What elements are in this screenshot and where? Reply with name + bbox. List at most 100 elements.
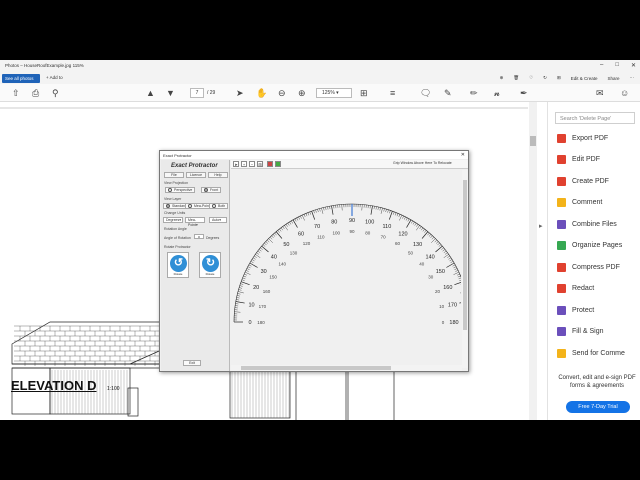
dial-outer-label: 60 <box>298 232 304 238</box>
edit-create-button[interactable]: Edit & Create <box>571 76 598 81</box>
maximize-icon[interactable]: □ <box>615 62 619 69</box>
minimize-icon[interactable]: – <box>600 62 603 69</box>
tool-label: Comment <box>572 199 603 206</box>
tool-label: Edit PDF <box>572 156 601 163</box>
rotate-left-button[interactable]: ↺ Rotate <box>167 252 189 278</box>
tool-comment[interactable]: Comment <box>557 196 602 210</box>
search-icon[interactable]: ⚲ <box>52 88 59 98</box>
dial-outer-label: 10 <box>248 302 254 308</box>
protractor-window[interactable]: Exact Protractor ✕ Exact Protractor File… <box>159 150 469 372</box>
dial-outer-label: 70 <box>314 224 320 230</box>
tool-combine-files[interactable]: Combine Files <box>557 217 617 231</box>
rotate-icon[interactable]: ↻ <box>543 75 547 81</box>
zoom-in-icon[interactable]: ⊕ <box>298 88 306 98</box>
protractor-canvas[interactable]: 0 10 20 30 40 50 60 70 80 90 100 110 120 130 140 150 160… <box>231 170 461 368</box>
zoom-in-icon[interactable]: + <box>241 161 247 167</box>
favorite-icon[interactable]: ♡ <box>529 75 533 81</box>
protractor-control-panel: Exact Protractor File Licence Help View … <box>161 160 230 371</box>
tool-edit-pdf[interactable]: Edit PDF <box>557 153 600 167</box>
protractor-titlebar[interactable]: Exact Protractor ✕ <box>160 151 468 159</box>
hand-tool-icon[interactable]: ✋ <box>256 88 267 98</box>
mea-point-dropdown[interactable]: Mea-Point▾ <box>185 217 205 227</box>
add-to-button[interactable]: + Add to <box>46 75 63 80</box>
dial-outer-label: 90 <box>349 218 355 224</box>
page-number-input[interactable]: 7 <box>190 88 204 98</box>
dial-outer-label: 160 <box>443 285 452 291</box>
tool-compress-pdf[interactable]: Compress PDF <box>557 260 620 274</box>
tool-label: Combine Files <box>572 220 617 228</box>
comment-icon[interactable]: 🗨 <box>420 88 431 98</box>
zoom-in-icon[interactable]: ⊕ <box>500 75 504 81</box>
dial-inner-label: 140 <box>279 262 287 267</box>
see-all-photos-button[interactable]: See all photos <box>2 74 40 83</box>
protractor-vscroll[interactable] <box>462 170 468 368</box>
dial-outer-label: 150 <box>436 269 445 275</box>
view-projection-label: View Projection <box>164 181 189 185</box>
next-page-icon[interactable]: ▼ <box>166 88 175 98</box>
tool-label: Export PDF <box>572 134 609 142</box>
dial-inner-label: 150 <box>269 275 277 280</box>
photos-right-buttons: ⊕ 🗑 ♡ ↻ ⊞ Edit & Create Share ⋯ <box>500 75 634 81</box>
sign-icon[interactable]: ✒ <box>520 88 528 98</box>
highlight-icon[interactable]: ✎ <box>444 88 452 98</box>
previous-page-icon[interactable]: ▲ <box>146 88 155 98</box>
share-button[interactable]: Share <box>607 76 619 81</box>
auto-dropdown[interactable]: Auto▾ <box>209 217 227 223</box>
dial-inner-label: 90 <box>349 229 355 234</box>
zoom-select[interactable]: 125% ▾ <box>316 88 352 98</box>
units-dropdown[interactable]: Degrees▾ <box>163 217 183 223</box>
tool-organize-pages[interactable]: Organize Pages <box>557 239 622 253</box>
tool-protect[interactable]: Protect <box>557 303 594 317</box>
angle-input[interactable]: 0 <box>194 234 204 239</box>
tool-redact[interactable]: Redact <box>557 282 594 296</box>
menu-file[interactable]: File <box>164 172 184 178</box>
print-icon[interactable]: ⎙ <box>32 88 39 98</box>
scroll-mode-icon[interactable]: ≡ <box>390 88 395 98</box>
tool-fill-sign[interactable]: Fill & Sign <box>557 325 604 339</box>
draw-icon[interactable]: ✏ <box>470 88 478 98</box>
protractor-hscroll[interactable] <box>231 365 462 371</box>
collapse-pane-icon[interactable]: ▸ <box>539 222 543 230</box>
front-radio[interactable]: Front <box>201 187 222 193</box>
tool-send-for-comme[interactable]: Send for Comme <box>557 346 625 360</box>
delete-icon[interactable]: 🗑 <box>513 75 519 81</box>
tools-search-input[interactable]: Search 'Delete Page' <box>555 112 635 124</box>
fit-icon[interactable]: ⊞ <box>257 161 263 167</box>
window-titlebar[interactable]: Photos – HouseRoofExample.jpg 115% – □ ✕ <box>0 60 640 72</box>
fit-page-icon[interactable]: ⊞ <box>360 88 368 98</box>
layer-icon[interactable] <box>275 161 281 167</box>
tool-create-pdf[interactable]: Create PDF <box>557 174 609 188</box>
scrollbar-thumb[interactable] <box>530 136 536 146</box>
protractor-toolbar: ➤ + − ⊞ Grip Window Above Here To Reloca… <box>231 160 468 169</box>
zoom-out-icon[interactable]: − <box>249 161 255 167</box>
select-cursor-icon[interactable]: ➤ <box>236 88 244 98</box>
text-tool-icon[interactable]: 𝓷 <box>494 88 500 98</box>
scrollbar-thumb[interactable] <box>463 180 467 330</box>
color-icon[interactable] <box>267 161 273 167</box>
close-icon[interactable]: ✕ <box>631 62 636 69</box>
free-trial-button[interactable]: Free 7-Day Trial <box>566 401 630 413</box>
both-radio[interactable]: Both <box>209 203 229 209</box>
account-icon[interactable]: ☺ <box>620 88 629 98</box>
rotate-left-label: Rotate <box>173 272 183 276</box>
tool-icon <box>557 241 566 250</box>
more-icon[interactable]: ⋯ <box>630 75 635 81</box>
elevation-scale: 1:100 <box>107 386 120 392</box>
share-pdf-icon[interactable]: ✉ <box>596 88 604 98</box>
perspective-radio[interactable]: Perspective <box>165 187 196 193</box>
cursor-icon[interactable]: ➤ <box>233 161 239 167</box>
close-icon[interactable]: ✕ <box>461 152 465 158</box>
relocate-hint: Grip Window Above Here To Relocate <box>393 161 452 165</box>
tool-export-pdf[interactable]: Export PDF <box>557 131 608 145</box>
tool-icon <box>557 219 566 229</box>
menu-help[interactable]: Help <box>208 172 228 178</box>
dial-inner-label: 40 <box>419 262 425 267</box>
upload-icon[interactable]: ⇧ <box>12 88 20 98</box>
menu-licence[interactable]: Licence <box>186 172 206 178</box>
scrollbar-thumb[interactable] <box>241 366 391 370</box>
crop-icon[interactable]: ⊞ <box>557 75 561 81</box>
rotate-right-button[interactable]: ↻ Rotate <box>199 252 221 278</box>
zoom-out-icon[interactable]: ⊖ <box>278 88 286 98</box>
document-scrollbar[interactable] <box>529 102 537 420</box>
exit-button[interactable]: Exit <box>183 360 201 366</box>
